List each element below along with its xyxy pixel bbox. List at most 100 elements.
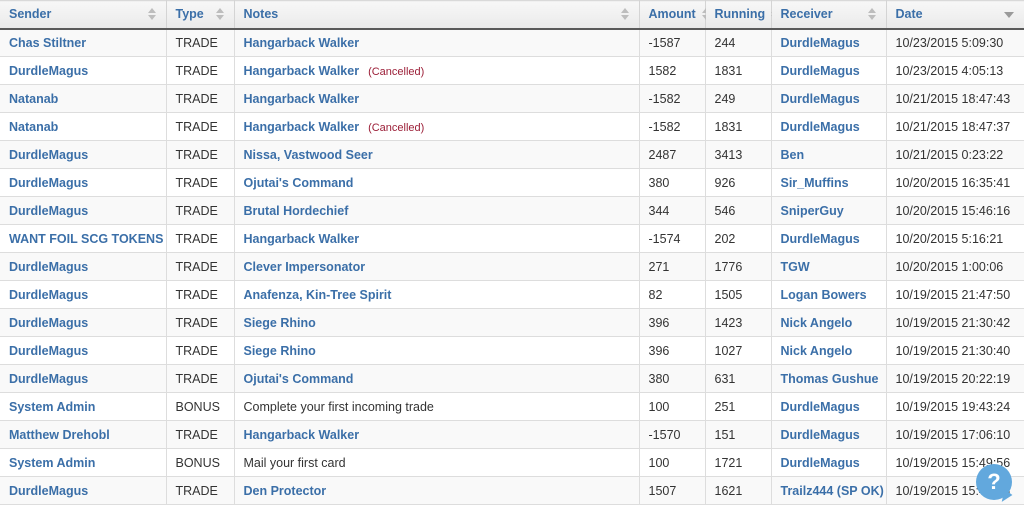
notes-value[interactable]: Hangarback Walker <box>244 232 360 246</box>
receiver-value[interactable]: Nick Angelo <box>781 316 853 330</box>
receiver-value[interactable]: DurdleMagus <box>781 232 860 246</box>
notes-value[interactable]: Hangarback Walker <box>244 92 360 106</box>
column-header-running[interactable]: Running <box>705 0 780 30</box>
sender-value[interactable]: Natanab <box>9 120 58 134</box>
cell-sender[interactable]: DurdleMagus <box>0 476 167 505</box>
cell-notes[interactable]: Hangarback Walker <box>234 28 640 57</box>
cell-sender[interactable]: Natanab <box>0 84 167 113</box>
notes-value[interactable]: Clever Impersonator <box>244 260 366 274</box>
sender-value[interactable]: WANT FOIL SCG TOKENS <box>9 232 163 246</box>
sender-value[interactable]: DurdleMagus <box>9 344 88 358</box>
sender-value[interactable]: Natanab <box>9 92 58 106</box>
cell-notes[interactable]: Siege Rhino <box>234 336 640 365</box>
notes-value[interactable]: Brutal Hordechief <box>244 204 349 218</box>
receiver-value[interactable]: SniperGuy <box>781 204 844 218</box>
cell-receiver[interactable]: SniperGuy <box>771 196 887 225</box>
receiver-value[interactable]: Logan Bowers <box>781 288 867 302</box>
receiver-value[interactable]: Sir_Muffins <box>781 176 849 190</box>
notes-value[interactable]: Ojutai's Command <box>244 372 354 386</box>
sender-value[interactable]: DurdleMagus <box>9 204 88 218</box>
notes-value[interactable]: Siege Rhino <box>244 344 316 358</box>
sender-value[interactable]: DurdleMagus <box>9 64 88 78</box>
cell-notes[interactable]: Clever Impersonator <box>234 252 640 281</box>
cell-notes[interactable]: Hangarback Walker (Cancelled) <box>234 56 640 85</box>
cell-notes[interactable]: Hangarback Walker <box>234 224 640 253</box>
cell-sender[interactable]: DurdleMagus <box>0 196 167 225</box>
sender-value[interactable]: DurdleMagus <box>9 176 88 190</box>
notes-value[interactable]: Siege Rhino <box>244 316 316 330</box>
cell-receiver[interactable]: DurdleMagus <box>771 56 887 85</box>
sender-value[interactable]: Chas Stiltner <box>9 36 86 50</box>
receiver-value[interactable]: DurdleMagus <box>781 456 860 470</box>
cell-notes[interactable]: Den Protector <box>234 476 640 505</box>
cell-notes[interactable]: Siege Rhino <box>234 308 640 337</box>
receiver-value[interactable]: DurdleMagus <box>781 92 860 106</box>
receiver-value[interactable]: Ben <box>781 148 805 162</box>
cell-receiver[interactable]: Logan Bowers <box>771 280 887 309</box>
help-button[interactable]: ? <box>976 464 1016 504</box>
column-header-sender[interactable]: Sender <box>0 0 167 30</box>
column-header-amount[interactable]: Amount <box>639 0 710 30</box>
cell-sender[interactable]: DurdleMagus <box>0 308 167 337</box>
cell-receiver[interactable]: Thomas Gushue <box>771 364 887 393</box>
sender-value[interactable]: Matthew Drehobl <box>9 428 110 442</box>
receiver-value[interactable]: TGW <box>781 260 810 274</box>
receiver-value[interactable]: Nick Angelo <box>781 344 853 358</box>
cell-receiver[interactable]: Nick Angelo <box>771 336 887 365</box>
sort-descending-icon[interactable] <box>1004 9 1015 20</box>
cell-sender[interactable]: DurdleMagus <box>0 336 167 365</box>
cell-sender[interactable]: Matthew Drehobl <box>0 420 167 449</box>
receiver-value[interactable]: Thomas Gushue <box>781 372 879 386</box>
cell-sender[interactable]: DurdleMagus <box>0 140 167 169</box>
cell-notes[interactable]: Anafenza, Kin-Tree Spirit <box>234 280 640 309</box>
sender-value[interactable]: System Admin <box>9 456 95 470</box>
sort-both-icon[interactable] <box>867 7 877 21</box>
cell-sender[interactable]: DurdleMagus <box>0 56 167 85</box>
sender-value[interactable]: DurdleMagus <box>9 148 88 162</box>
cell-receiver[interactable]: DurdleMagus <box>771 448 887 477</box>
cell-receiver[interactable]: Trailz444 (SP OK) <box>771 476 887 505</box>
cell-receiver[interactable]: Ben <box>771 140 887 169</box>
cell-receiver[interactable]: Sir_Muffins <box>771 168 887 197</box>
notes-value[interactable]: Nissa, Vastwood Seer <box>244 148 373 162</box>
receiver-value[interactable]: DurdleMagus <box>781 400 860 414</box>
cell-notes[interactable]: Hangarback Walker (Cancelled) <box>234 112 640 141</box>
cell-receiver[interactable]: DurdleMagus <box>771 28 887 57</box>
cell-sender[interactable]: System Admin <box>0 392 167 421</box>
notes-value[interactable]: Hangarback Walker <box>244 120 360 134</box>
cell-notes[interactable]: Ojutai's Command <box>234 364 640 393</box>
sender-value[interactable]: DurdleMagus <box>9 372 88 386</box>
cell-receiver[interactable]: DurdleMagus <box>771 224 887 253</box>
notes-value[interactable]: Hangarback Walker <box>244 36 360 50</box>
cell-sender[interactable]: DurdleMagus <box>0 364 167 393</box>
cell-receiver[interactable]: Nick Angelo <box>771 308 887 337</box>
notes-value[interactable]: Hangarback Walker <box>244 64 360 78</box>
cell-notes[interactable]: Ojutai's Command <box>234 168 640 197</box>
notes-value[interactable]: Ojutai's Command <box>244 176 354 190</box>
sender-value[interactable]: DurdleMagus <box>9 260 88 274</box>
cell-sender[interactable]: System Admin <box>0 448 167 477</box>
sort-both-icon[interactable] <box>215 7 225 21</box>
receiver-value[interactable]: DurdleMagus <box>781 120 860 134</box>
sort-both-icon[interactable] <box>620 7 630 21</box>
notes-value[interactable]: Den Protector <box>244 484 327 498</box>
receiver-value[interactable]: Trailz444 (SP OK) <box>781 484 884 498</box>
receiver-value[interactable]: DurdleMagus <box>781 36 860 50</box>
notes-value[interactable]: Hangarback Walker <box>244 428 360 442</box>
cell-receiver[interactable]: DurdleMagus <box>771 392 887 421</box>
cell-sender[interactable]: DurdleMagus <box>0 252 167 281</box>
sender-value[interactable]: System Admin <box>9 400 95 414</box>
receiver-value[interactable]: DurdleMagus <box>781 64 860 78</box>
sender-value[interactable]: DurdleMagus <box>9 316 88 330</box>
cell-sender[interactable]: WANT FOIL SCG TOKENS <box>0 224 167 253</box>
column-header-notes[interactable]: Notes <box>234 0 640 30</box>
cell-sender[interactable]: Natanab <box>0 112 167 141</box>
sort-both-icon[interactable] <box>147 7 157 21</box>
cell-receiver[interactable]: DurdleMagus <box>771 112 887 141</box>
sender-value[interactable]: DurdleMagus <box>9 288 88 302</box>
cell-receiver[interactable]: DurdleMagus <box>771 84 887 113</box>
column-header-type[interactable]: Type <box>166 0 235 30</box>
column-header-receiver[interactable]: Receiver <box>771 0 887 30</box>
cell-notes[interactable]: Brutal Hordechief <box>234 196 640 225</box>
cell-notes[interactable]: Nissa, Vastwood Seer <box>234 140 640 169</box>
